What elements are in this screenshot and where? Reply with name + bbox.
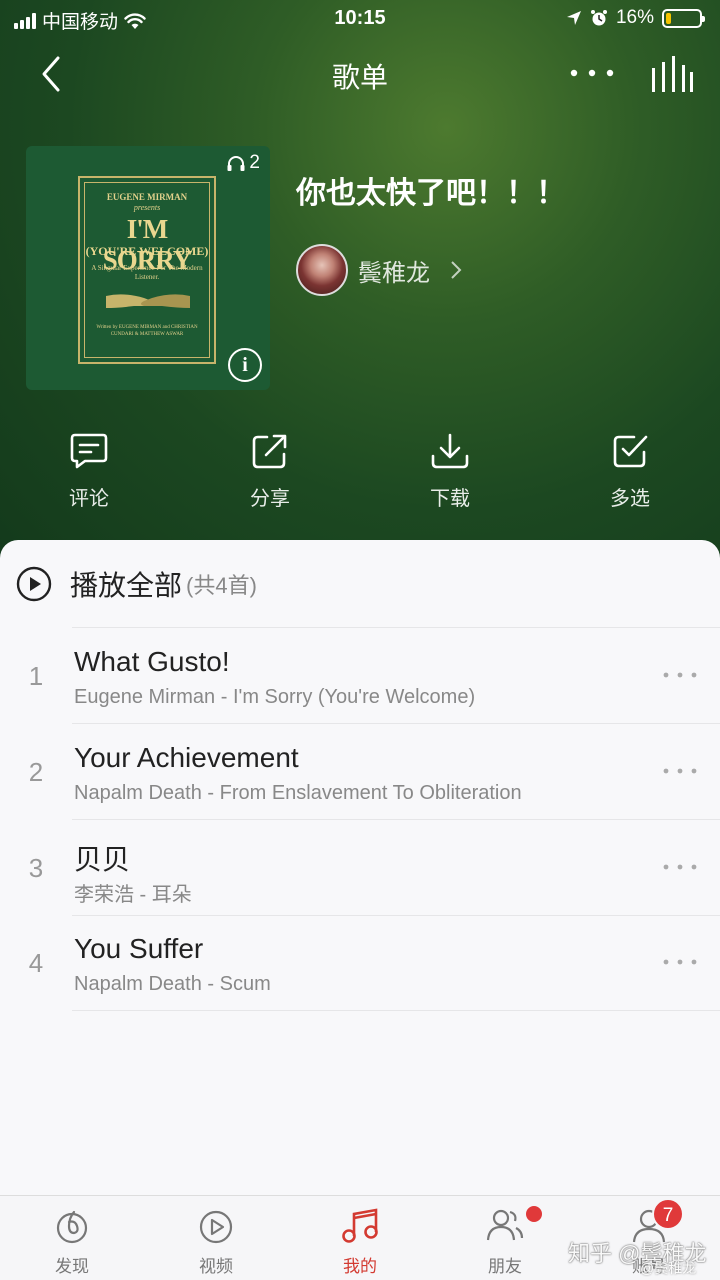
status-bar: 中国移动 10:15 16% bbox=[0, 0, 720, 38]
now-playing-icon[interactable] bbox=[650, 56, 694, 94]
battery-icon bbox=[662, 8, 705, 28]
download-icon bbox=[431, 433, 469, 469]
location-icon bbox=[566, 11, 581, 25]
comment-label: 评论 bbox=[69, 488, 109, 510]
tab-mine[interactable]: 我的 bbox=[305, 1206, 415, 1277]
video-icon bbox=[199, 1210, 233, 1244]
tab-label: 我的 bbox=[343, 1257, 377, 1276]
creator-link[interactable]: 鬓稚龙 bbox=[296, 244, 464, 296]
more-options-icon[interactable] bbox=[662, 767, 698, 775]
play-circle-icon bbox=[16, 566, 52, 602]
song-artist-album: Eugene Mirman - I'm Sorry (You're Welcom… bbox=[74, 686, 476, 708]
share-button[interactable]: 分享 bbox=[210, 432, 330, 511]
play-count-value: 2 bbox=[249, 152, 260, 173]
tab-friends[interactable]: 朋友 bbox=[450, 1206, 560, 1277]
song-artist-album: Napalm Death - Scum bbox=[74, 973, 271, 995]
creator-name[interactable]: 鬓稚龙 bbox=[358, 253, 430, 288]
alarm-icon bbox=[590, 10, 607, 26]
multiselect-button[interactable]: 多选 bbox=[570, 432, 690, 511]
tab-video[interactable]: 视频 bbox=[161, 1206, 271, 1277]
notification-dot bbox=[526, 1206, 542, 1222]
share-icon bbox=[252, 434, 287, 469]
headphones-icon bbox=[227, 156, 245, 171]
more-options-icon[interactable] bbox=[662, 671, 698, 679]
notification-badge: 7 bbox=[652, 1198, 684, 1230]
tab-label: 视频 bbox=[199, 1257, 233, 1276]
song-list-panel: 播放全部 (共4首) 1 What Gusto! Eugene Mirman -… bbox=[0, 540, 720, 1195]
more-options-icon[interactable] bbox=[662, 958, 698, 966]
cover-text-presents: presents bbox=[133, 203, 161, 212]
tab-label: 朋友 bbox=[488, 1257, 522, 1276]
handshake-illustration bbox=[106, 294, 190, 308]
battery-percent: 16% bbox=[615, 7, 654, 28]
music-note-icon bbox=[342, 1208, 378, 1243]
song-artist-album: Napalm Death - From Enslavement To Oblit… bbox=[74, 782, 522, 804]
song-number: 1 bbox=[28, 661, 44, 691]
avatar[interactable] bbox=[296, 244, 348, 296]
tab-label: 发现 bbox=[55, 1257, 89, 1276]
playlist-title[interactable]: 你也太快了吧！！！ bbox=[296, 168, 566, 212]
comment-button[interactable]: 评论 bbox=[29, 432, 149, 511]
cover-text-tagline: A Singular Experience For The Modern Lis… bbox=[91, 264, 203, 281]
song-number: 4 bbox=[28, 948, 44, 978]
playlist-cover[interactable]: EUGENE MIRMAN presents I'M SORRY (YOU'RE… bbox=[26, 146, 270, 390]
song-row[interactable]: 3 贝贝 李荣浩 - 耳朵 bbox=[0, 820, 720, 916]
song-row[interactable]: 4 You Suffer Napalm Death - Scum bbox=[0, 915, 720, 1011]
action-bar: 评论 分享 下载 多选 bbox=[0, 432, 720, 512]
cover-text-author: EUGENE MIRMAN bbox=[106, 192, 188, 202]
discover-icon bbox=[56, 1210, 88, 1244]
song-title: Your Achievement bbox=[74, 742, 299, 773]
download-label: 下载 bbox=[430, 488, 470, 510]
song-number: 2 bbox=[28, 757, 44, 787]
song-row[interactable]: 1 What Gusto! Eugene Mirman - I'm Sorry … bbox=[0, 628, 720, 724]
play-all-button[interactable]: 播放全部 (共4首) bbox=[16, 564, 257, 604]
song-row[interactable]: 2 Your Achievement Napalm Death - From E… bbox=[0, 724, 720, 820]
multiselect-label: 多选 bbox=[610, 488, 650, 510]
watermark-sub: @鬓稚龙 bbox=[640, 1260, 697, 1276]
song-number: 3 bbox=[28, 853, 44, 883]
more-icon[interactable] bbox=[568, 60, 618, 86]
nav-bar: 歌单 bbox=[0, 48, 720, 100]
song-artist-album: 李荣浩 - 耳朵 bbox=[74, 884, 192, 906]
info-icon[interactable]: i bbox=[228, 348, 262, 382]
song-title: You Suffer bbox=[74, 933, 204, 964]
chevron-right-icon bbox=[451, 261, 462, 279]
more-options-icon[interactable] bbox=[662, 863, 698, 871]
download-button[interactable]: 下载 bbox=[390, 432, 510, 511]
play-all-label: 播放全部 bbox=[70, 570, 183, 601]
share-label: 分享 bbox=[250, 488, 290, 510]
friends-icon bbox=[486, 1209, 524, 1241]
multiselect-icon bbox=[613, 435, 648, 468]
cover-text-subtitle: (YOU'RE WELCOME) bbox=[85, 244, 209, 258]
song-count: (共4首) bbox=[186, 573, 257, 598]
song-title: 贝贝 bbox=[74, 844, 131, 875]
cover-text-credits: Written by EUGENE MIRMAN and CHRISTIAN C… bbox=[96, 325, 198, 337]
cover-art: EUGENE MIRMAN presents I'M SORRY (YOU'RE… bbox=[78, 176, 216, 364]
song-title: What Gusto! bbox=[74, 646, 230, 677]
tab-discover[interactable]: 发现 bbox=[17, 1206, 127, 1277]
comment-icon bbox=[70, 433, 108, 469]
play-count: 2 bbox=[226, 152, 260, 174]
